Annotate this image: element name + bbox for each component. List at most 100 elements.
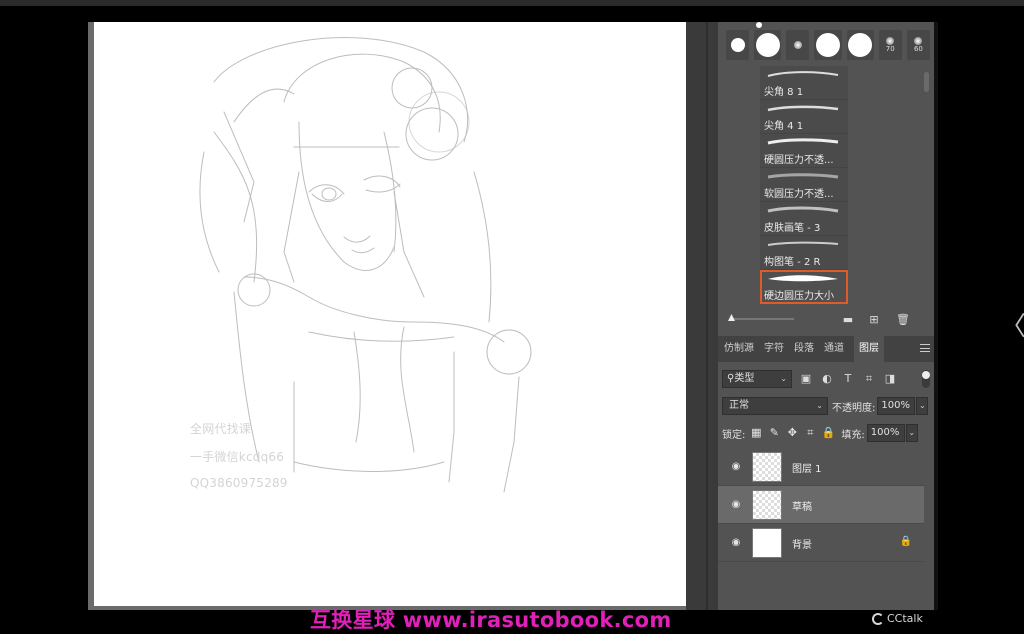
brush-preset-label: 硬边圆压力大小 [764, 291, 834, 302]
pixel-filter-icon[interactable]: ▣ [799, 372, 813, 386]
panel-tabs: 仿制源 字符 段落 通道 图层 [718, 336, 934, 362]
brush-preset-item[interactable]: 尖角 4 1 [760, 100, 848, 134]
layer-row-selected[interactable]: ◉ 草稿 [718, 486, 924, 524]
sketch-drawing [199, 37, 532, 493]
top-strip [0, 0, 1024, 6]
lock-transparent-icon[interactable]: ▦ [749, 426, 763, 440]
lock-move-icon[interactable]: ✥ [785, 426, 799, 440]
brush-stroke-preview [767, 71, 839, 77]
tip-size-label: 70 [885, 45, 895, 53]
chevron-left-icon[interactable]: 〈 [1000, 306, 1024, 343]
brush-preset-item[interactable]: 构图笔 - 2 R [760, 236, 848, 270]
brush-stroke-preview [767, 138, 839, 145]
lock-label: 锁定: [722, 429, 746, 441]
brush-preset-label: 尖角 4 1 [764, 121, 804, 132]
tab-layers[interactable]: 图层 [854, 336, 884, 362]
brush-stroke-preview [767, 241, 839, 246]
layer-thumbnail [752, 490, 782, 520]
cctalk-logo: CCtalk [872, 612, 923, 625]
layer-row[interactable]: ◉ 背景 🔒 [718, 524, 924, 562]
cctalk-brand: CCtalk [887, 612, 923, 625]
new-brush-icon[interactable]: ⊞ [868, 314, 880, 325]
layer-kind-select[interactable]: ⚲类型 ⌄ [722, 370, 792, 388]
layer-thumbnail [752, 528, 782, 558]
layer-thumbnail [752, 452, 782, 482]
brush-preset-item[interactable]: 尖角 8 1 [760, 66, 848, 100]
fill-label: 填充: [841, 429, 865, 441]
layer-name: 背景 [792, 540, 812, 551]
layer-name: 草稿 [792, 502, 812, 513]
layer-kind-value: 类型 [734, 373, 755, 384]
brush-preset-item[interactable]: 皮肤画笔 - 3 [760, 202, 848, 236]
brush-tips-row: 70 60 [722, 26, 930, 64]
lock-artboard-icon[interactable]: ⌗ [803, 426, 817, 440]
soft-round-tip[interactable] [786, 30, 810, 60]
trash-icon[interactable]: 🗑 [896, 314, 910, 325]
site-watermark: 互换星球 www.irasutobook.com [310, 608, 672, 632]
tab-paragraph[interactable]: 段落 [794, 336, 814, 362]
fill-chevron-icon[interactable]: ⌄ [905, 424, 918, 442]
opacity-label: 不透明度: [832, 402, 876, 414]
brush-preset-label: 构图笔 - 2 R [764, 257, 821, 268]
blend-mode-value: 正常 [729, 400, 749, 411]
chevron-down-icon: ⌄ [816, 401, 823, 410]
opacity-chevron-icon[interactable]: ⌄ [916, 397, 929, 415]
blend-mode-select[interactable]: 正常 ⌄ [722, 397, 828, 415]
brush-stroke-preview [767, 105, 839, 112]
layer-name: 图层 1 [792, 464, 822, 475]
app-root: 全网代找课 一手微信kcdq66 QQ3860975289 70 60 尖角 8… [0, 0, 1024, 634]
tab-character[interactable]: 字符 [764, 336, 784, 362]
preview-size-slider[interactable] [730, 318, 794, 320]
tip-size-label: 60 [913, 45, 923, 53]
fill-input[interactable]: 100% [866, 424, 905, 442]
brush-preset-item[interactable]: 硬圆压力不透... [760, 134, 848, 168]
drawing-canvas[interactable]: 全网代找课 一手微信kcdq66 QQ3860975289 [94, 22, 686, 606]
soft-dot-tip[interactable]: 60 [906, 30, 930, 60]
smart-object-filter-icon[interactable]: ◨ [883, 372, 897, 386]
brush-stroke-preview [767, 206, 839, 213]
lock-paint-brush-icon[interactable]: ✎ [767, 426, 781, 440]
eye-icon[interactable]: ◉ [730, 461, 742, 473]
hard-round-tip[interactable] [726, 30, 750, 60]
hard-round-large-tip[interactable] [814, 30, 842, 60]
eye-icon[interactable]: ◉ [730, 499, 742, 511]
brush-preset-item-selected[interactable]: 硬边圆压力大小 [760, 270, 848, 304]
right-panel: 70 60 尖角 8 1 尖角 4 1 硬圆压力不透... 软圆压力不透... [718, 22, 934, 610]
brush-preset-label: 皮肤画笔 - 3 [764, 223, 821, 234]
panel-menu-icon[interactable] [920, 344, 930, 352]
eye-icon[interactable]: ◉ [730, 537, 742, 549]
watermark-line-1: 全网代找课 [190, 422, 252, 436]
cctalk-ring-icon [872, 612, 884, 625]
chevron-down-icon: ⌄ [780, 374, 787, 383]
brush-panel-footer: ▬ ⊞ 🗑 [722, 312, 930, 328]
soft-dot-tip[interactable]: 70 [878, 30, 902, 60]
type-filter-icon[interactable]: T [841, 372, 855, 386]
lock-row: 锁定: ▦ ✎ ✥ ⌗ 🔒 填充: 100% ⌄ [722, 423, 930, 443]
document-area: 全网代找课 一手微信kcdq66 QQ3860975289 [88, 22, 686, 610]
watermark-line-3: QQ3860975289 [190, 476, 288, 490]
tab-channels[interactable]: 通道 [824, 336, 844, 362]
layer-row[interactable]: ◉ 图层 1 [718, 448, 924, 486]
blend-row: 正常 ⌄ 不透明度: 100% ⌄ [722, 396, 930, 416]
brush-preset-label: 硬圆压力不透... [764, 155, 834, 166]
panel-edge [934, 22, 938, 610]
adjustment-filter-icon[interactable]: ◐ [820, 372, 834, 386]
panel-gutter [686, 22, 718, 610]
layer-list: ◉ 图层 1 ◉ 草稿 ◉ 背景 🔒 [718, 448, 924, 568]
hard-round-large-tip[interactable] [754, 30, 782, 60]
watermark-line-2: 一手微信kcdq66 [190, 450, 285, 464]
shape-filter-icon[interactable]: ⌗ [862, 372, 876, 386]
filter-toggle[interactable] [922, 370, 930, 388]
brush-preset-list: 尖角 8 1 尖角 4 1 硬圆压力不透... 软圆压力不透... 皮肤画笔 -… [760, 66, 850, 310]
brush-stroke-preview [768, 275, 838, 282]
folder-icon[interactable]: ▬ [842, 314, 854, 325]
brush-preset-item[interactable]: 软圆压力不透... [760, 168, 848, 202]
tab-clone-source[interactable]: 仿制源 [724, 336, 754, 362]
lock-all-icon[interactable]: 🔒 [821, 426, 836, 440]
brush-preset-label: 尖角 8 1 [764, 87, 804, 98]
brush-stroke-preview [767, 173, 839, 179]
brush-list-scrollbar[interactable] [924, 72, 929, 92]
opacity-input[interactable]: 100% [877, 397, 916, 415]
hard-round-large-tip[interactable] [846, 30, 874, 60]
brush-preset-label: 软圆压力不透... [764, 189, 834, 200]
